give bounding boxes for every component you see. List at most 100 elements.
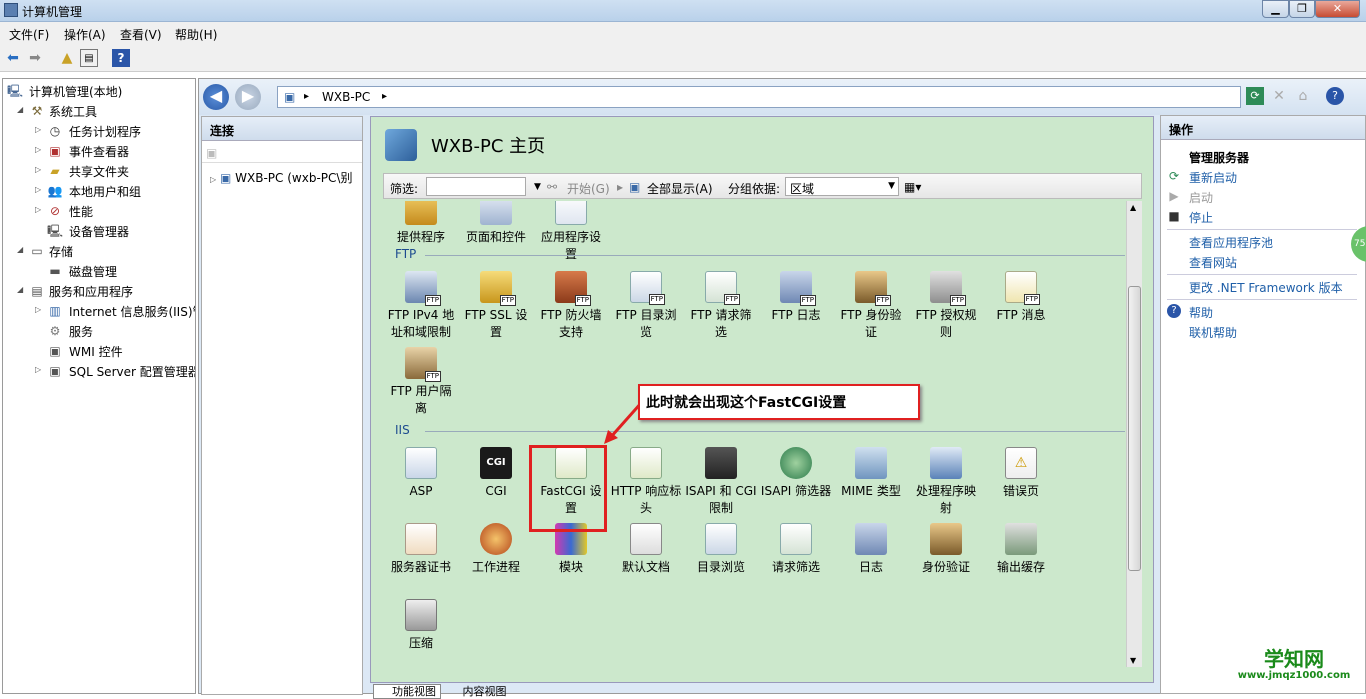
actions-header: 操作	[1161, 116, 1365, 140]
feature-ftp-ssl[interactable]: FTP FTP SSL 设置	[458, 271, 534, 341]
feature-worker-processes[interactable]: 工作进程	[458, 523, 534, 576]
feature-app-settings[interactable]: 应用程序设置	[533, 201, 609, 263]
chevron-down-icon[interactable]: ▼	[534, 182, 541, 192]
firewall-icon: FTP	[555, 271, 587, 303]
feature-http-headers[interactable]: HTTP 响应标头	[608, 447, 684, 517]
feature-request-filtering[interactable]: 请求筛选	[758, 523, 834, 576]
feature-logging[interactable]: 日志	[833, 523, 909, 576]
expand-icon[interactable]: ▷	[35, 185, 41, 194]
server-icon	[385, 129, 417, 161]
feature-isapi-filters[interactable]: ISAPI 筛选器	[758, 447, 834, 500]
menu-help[interactable]: 帮助(H)	[175, 26, 217, 43]
feature-pages-controls[interactable]: 页面和控件	[458, 201, 534, 246]
feature-ftp-authz[interactable]: FTP FTP 授权规则	[908, 271, 984, 341]
address-node[interactable]: WXB-PC	[322, 90, 370, 104]
feature-server-certs[interactable]: 服务器证书	[383, 523, 459, 576]
forward-button[interactable]: ▶	[235, 84, 261, 110]
binoculars-icon: ⚯	[547, 180, 557, 194]
back-button[interactable]: ◀	[203, 84, 229, 110]
shared-folder-icon: ▰	[47, 163, 63, 179]
feature-ftp-logging[interactable]: FTP FTP 日志	[758, 271, 834, 324]
show-all-button[interactable]: 全部显示(A)	[647, 180, 713, 197]
feature-ftp-request-filter[interactable]: FTP FTP 请求筛选	[683, 271, 759, 341]
window-title: 计算机管理	[22, 3, 82, 20]
feature-directory-browsing[interactable]: 目录浏览	[683, 523, 759, 576]
feature-ftp-auth[interactable]: FTP FTP 身份验证	[833, 271, 909, 341]
view-mode-icon[interactable]: ▦▾	[904, 180, 921, 194]
feature-mime-types[interactable]: MIME 类型	[833, 447, 909, 500]
scroll-thumb[interactable]	[1128, 286, 1141, 571]
forward-arrow-icon[interactable]: ➡	[26, 49, 44, 67]
feature-handler-mappings[interactable]: 处理程序映射	[908, 447, 984, 517]
services-apps-icon: ▤	[29, 283, 45, 299]
up-folder-icon[interactable]: ▲	[58, 49, 76, 67]
feature-output-caching[interactable]: 输出缓存	[983, 523, 1059, 576]
new-connection-icon[interactable]: ▣	[206, 146, 217, 160]
expand-icon[interactable]: ▷	[35, 205, 41, 214]
back-arrow-icon[interactable]: ⬅	[4, 49, 22, 67]
tab-content-view[interactable]: 内容视图	[445, 685, 511, 698]
expand-icon[interactable]: ▷	[35, 305, 41, 314]
home-icon[interactable]: ⌂	[1294, 87, 1312, 105]
filter-bar: 筛选: ▼ ⚯ 开始(G) ▸ ▣ 全部显示(A) 分组依据: 区域 ▼ ▦▾	[383, 173, 1142, 199]
menu-file[interactable]: 文件(F)	[9, 26, 49, 43]
request-filtering-icon	[780, 523, 812, 555]
feature-cgi[interactable]: CGI CGI	[458, 447, 534, 500]
feature-ftp-messages[interactable]: FTP FTP 消息	[983, 271, 1059, 324]
expand-icon[interactable]: ▷	[35, 125, 41, 134]
start-button[interactable]: 开始(G)	[567, 180, 610, 197]
help-link[interactable]: 帮助	[1189, 304, 1213, 321]
scroll-up-icon[interactable]: ▲	[1130, 203, 1136, 212]
stop-icon[interactable]: ✕	[1270, 87, 1288, 105]
feature-isapi-cgi[interactable]: ISAPI 和 CGI限制	[683, 447, 759, 517]
feature-authentication[interactable]: 身份验证	[908, 523, 984, 576]
view-app-pools-link[interactable]: 查看应用程序池	[1189, 234, 1273, 251]
collapse-icon[interactable]: ◢	[17, 285, 23, 294]
stop-link[interactable]: 停止	[1189, 209, 1213, 226]
clock-icon: ◷	[47, 123, 63, 139]
feature-ftp-dir-browse[interactable]: FTP FTP 目录浏览	[608, 271, 684, 341]
watermark-title: 学知网	[1228, 648, 1360, 670]
watermark-url: www.jmqz1000.com	[1228, 670, 1360, 681]
feature-providers[interactable]: 提供程序	[383, 201, 459, 246]
vertical-scrollbar[interactable]: ▲ ▼	[1126, 201, 1142, 667]
restart-link[interactable]: 重新启动	[1189, 169, 1237, 186]
message-icon: FTP	[1005, 271, 1037, 303]
scroll-down-icon[interactable]: ▼	[1130, 656, 1136, 665]
start-icon: ▶	[1167, 189, 1181, 203]
show-hide-tree-icon[interactable]: ▤	[80, 49, 98, 67]
group-by-select[interactable]: 区域 ▼	[785, 177, 899, 196]
address-path[interactable]: ▣ ▸ WXB-PC ▸	[277, 86, 1241, 108]
floating-badge[interactable]: 75	[1351, 226, 1366, 262]
filter-input[interactable]	[426, 177, 526, 196]
expand-icon[interactable]: ▷	[35, 365, 41, 374]
feature-ftp-firewall[interactable]: FTP FTP 防火墙支持	[533, 271, 609, 341]
worker-process-icon	[480, 523, 512, 555]
collapse-icon[interactable]: ◢	[17, 245, 23, 254]
feature-ftp-user-isolation[interactable]: FTP FTP 用户隔离	[383, 347, 459, 417]
feature-asp[interactable]: ASP	[383, 447, 459, 500]
feature-ftp-ipv4[interactable]: FTP FTP IPv4 地址和域限制	[383, 271, 459, 341]
tab-feature-view[interactable]: 功能视图	[373, 684, 441, 699]
help-icon[interactable]: ?	[112, 49, 130, 67]
feature-compression[interactable]: 压缩	[383, 599, 459, 652]
help-circle-icon[interactable]: ?	[1326, 87, 1344, 105]
feature-default-document[interactable]: 默认文档	[608, 523, 684, 576]
expand-icon[interactable]: ▷	[210, 175, 216, 184]
expand-icon[interactable]: ▷	[35, 165, 41, 174]
menu-view[interactable]: 查看(V)	[120, 26, 162, 43]
minimize-button[interactable]: ▁	[1262, 0, 1289, 18]
change-net-version-link[interactable]: 更改 .NET Framework 版本	[1189, 279, 1343, 296]
menu-action[interactable]: 操作(A)	[64, 26, 106, 43]
maximize-button[interactable]: ❐	[1289, 0, 1315, 18]
feature-list: 提供程序 页面和控件 应用程序设置 FTP FTP FTP IPv4 地址和域限…	[383, 201, 1126, 667]
online-help-link[interactable]: 联机帮助	[1189, 324, 1237, 341]
start-link[interactable]: 启动	[1189, 189, 1213, 206]
view-sites-link[interactable]: 查看网站	[1189, 254, 1237, 271]
connection-node[interactable]: ▷ ▣ WXB-PC (wxb-PC\别	[210, 169, 352, 186]
refresh-icon[interactable]: ⟳	[1246, 87, 1264, 105]
feature-error-pages[interactable]: ⚠ 错误页	[983, 447, 1059, 500]
collapse-icon[interactable]: ◢	[17, 105, 23, 114]
expand-icon[interactable]: ▷	[35, 145, 41, 154]
close-button[interactable]: ✕	[1315, 0, 1360, 18]
